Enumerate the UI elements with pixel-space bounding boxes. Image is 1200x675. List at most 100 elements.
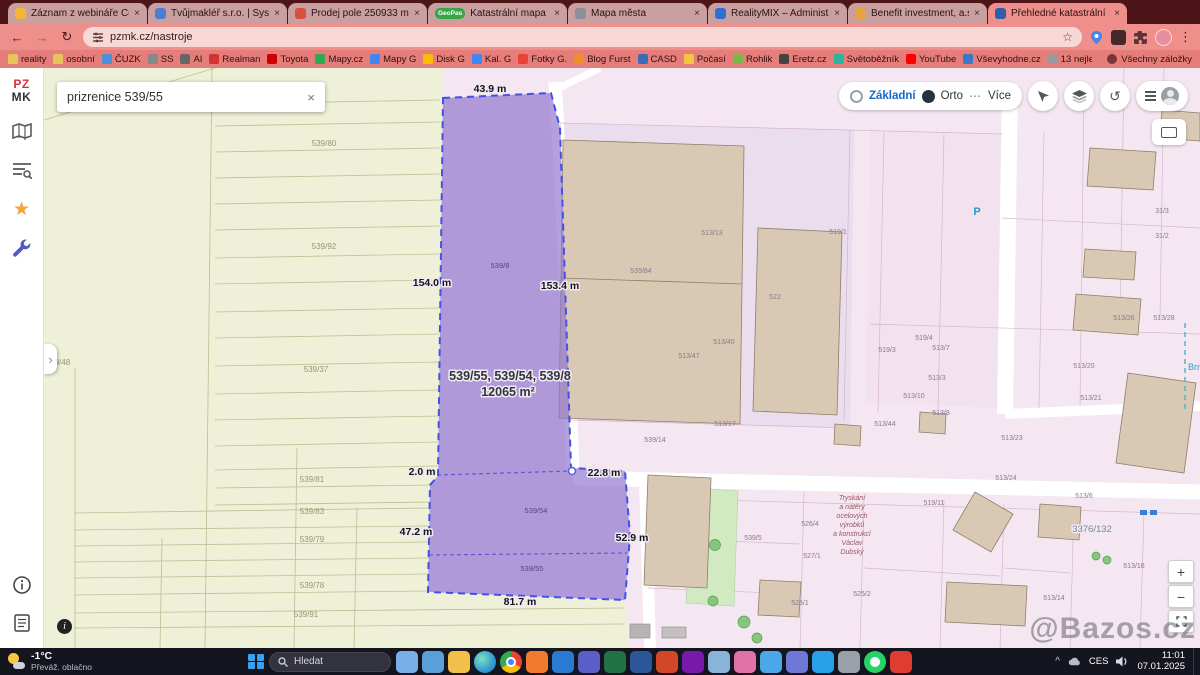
- zoom-in-button[interactable]: +: [1168, 560, 1194, 583]
- acrobat-icon[interactable]: [890, 651, 912, 673]
- browser-tab[interactable]: GeoPasKatastrální mapa | GeoPas...×: [428, 3, 567, 24]
- basemap-more-button[interactable]: Více: [988, 90, 1011, 102]
- tab-close-icon[interactable]: ×: [694, 8, 700, 19]
- profile-avatar[interactable]: [1155, 29, 1172, 46]
- bookmark-item[interactable]: ČUZK: [102, 54, 141, 65]
- tab-close-icon[interactable]: ×: [134, 8, 140, 19]
- volume-icon[interactable]: [1116, 655, 1129, 668]
- bookmark-item[interactable]: 13 nejlepších zdrojů...: [1048, 54, 1092, 65]
- powerpoint-icon[interactable]: [656, 651, 678, 673]
- store-icon[interactable]: [812, 651, 834, 673]
- search-input[interactable]: prizrenice 539/55: [67, 90, 299, 104]
- bookmark-item[interactable]: Blog Furst: [574, 54, 630, 65]
- browser-tab[interactable]: RealityMIX – Administrační...×: [708, 3, 847, 24]
- info-icon[interactable]: [11, 574, 33, 596]
- bookmark-item[interactable]: Toyota: [267, 54, 308, 65]
- onedrive-icon[interactable]: [1068, 655, 1081, 668]
- browser-tab[interactable]: Přehledné katastrální map...×: [988, 3, 1127, 24]
- notepad-icon[interactable]: [708, 651, 730, 673]
- history-button[interactable]: ↺: [1100, 81, 1130, 111]
- map-search-box[interactable]: prizrenice 539/55 ×: [57, 82, 325, 112]
- site-info-icon[interactable]: [92, 31, 104, 43]
- bookmark-item[interactable]: SS: [148, 54, 174, 65]
- zoom-out-button[interactable]: −: [1168, 585, 1194, 608]
- browser-tab[interactable]: Mapa města×: [568, 3, 707, 24]
- weather-widget[interactable]: -1°C Převáž. oblačno: [0, 651, 92, 672]
- map-attribution-button[interactable]: i: [57, 619, 72, 634]
- teams-icon[interactable]: [578, 651, 600, 673]
- list-search-tool-icon[interactable]: [11, 159, 33, 181]
- bookmark-item[interactable]: Vševyhodne.cz: [963, 54, 1040, 65]
- settings-icon[interactable]: [838, 651, 860, 673]
- app-logo[interactable]: PZ MK: [12, 78, 32, 103]
- bookmark-item[interactable]: CASD: [638, 54, 677, 65]
- locate-pointer-button[interactable]: [1028, 81, 1058, 111]
- excel-icon[interactable]: [604, 651, 626, 673]
- calculator-icon[interactable]: [786, 651, 808, 673]
- browser-tab[interactable]: Tvůjmakléř s.r.o. | Systém R...×: [148, 3, 287, 24]
- puzzle-extensions-icon[interactable]: [1133, 30, 1148, 45]
- document-icon[interactable]: [11, 612, 33, 634]
- all-bookmarks-button[interactable]: Všechny záložky: [1099, 54, 1192, 65]
- language-indicator[interactable]: CES: [1089, 656, 1109, 667]
- reload-button[interactable]: ↻: [58, 29, 76, 45]
- bookmark-item[interactable]: Mapy G: [370, 54, 416, 65]
- taskbar-clock[interactable]: 11:01 07.01.2025: [1137, 651, 1185, 673]
- bookmark-item[interactable]: osobní: [53, 54, 95, 65]
- bookmark-item[interactable]: YouTube: [906, 54, 956, 65]
- browser-tab[interactable]: Prodej pole 250933 m², Má...×: [288, 3, 427, 24]
- clear-search-icon[interactable]: ×: [307, 90, 315, 105]
- bookmark-item[interactable]: Eretz.cz: [779, 54, 826, 65]
- paint-icon[interactable]: [734, 651, 756, 673]
- bookmark-item[interactable]: Fotky G.: [518, 54, 567, 65]
- bookmark-item[interactable]: Světoběžník: [834, 54, 899, 65]
- tab-close-icon[interactable]: ×: [274, 8, 280, 19]
- bookmark-item[interactable]: AI: [180, 54, 202, 65]
- firefox-browser-icon[interactable]: [526, 651, 548, 673]
- map-tool-icon[interactable]: [11, 120, 33, 142]
- outlook-icon[interactable]: [552, 651, 574, 673]
- layers-button[interactable]: [1064, 81, 1094, 111]
- panel-expander[interactable]: ›: [44, 344, 57, 374]
- measure-vertex-dot[interactable]: [569, 468, 576, 475]
- extension-icon[interactable]: [1111, 30, 1126, 45]
- tab-close-icon[interactable]: ×: [974, 8, 980, 19]
- widgets-icon[interactable]: [422, 651, 444, 673]
- bookmark-item[interactable]: Rohlik: [733, 54, 772, 65]
- whatsapp-icon[interactable]: [864, 651, 886, 673]
- forward-button[interactable]: →: [33, 30, 51, 45]
- favorites-star-icon[interactable]: ★: [11, 198, 33, 220]
- cadastral-map[interactable]: 539/80539/92539/48539/37539/81539/83539/…: [44, 68, 1200, 648]
- tab-close-icon[interactable]: ×: [414, 8, 420, 19]
- browser-tab[interactable]: Benefit investment, a.s. (Iv...×: [848, 3, 987, 24]
- photos-icon[interactable]: [760, 651, 782, 673]
- bookmark-item[interactable]: Realman: [209, 54, 260, 65]
- account-menu-button[interactable]: [1136, 81, 1188, 111]
- start-button[interactable]: [248, 654, 264, 670]
- bookmark-item[interactable]: Kal. G: [472, 54, 511, 65]
- tab-close-icon[interactable]: ×: [1114, 8, 1120, 19]
- word-icon[interactable]: [630, 651, 652, 673]
- chrome-browser-icon[interactable]: [500, 651, 522, 673]
- basemap-basic-button[interactable]: Základní: [869, 90, 916, 102]
- bookmark-item[interactable]: Počasí: [684, 54, 726, 65]
- tab-close-icon[interactable]: ×: [554, 8, 560, 19]
- basemap-ortho-button[interactable]: Orto: [941, 90, 963, 102]
- onenote-icon[interactable]: [682, 651, 704, 673]
- address-bar[interactable]: pzmk.cz/nastroje ☆: [83, 27, 1082, 47]
- screenshot-tool-button[interactable]: [1152, 119, 1186, 145]
- bookmark-item[interactable]: Disk G: [423, 54, 465, 65]
- browser-menu-icon[interactable]: ⋮: [1179, 29, 1192, 45]
- bookmark-star-icon[interactable]: ☆: [1062, 30, 1073, 44]
- bookmark-item[interactable]: Mapy.cz: [315, 54, 363, 65]
- task-view-icon[interactable]: [396, 651, 418, 673]
- tray-overflow-button[interactable]: ^: [1055, 656, 1060, 667]
- browser-tab[interactable]: Záznam z webináře CeMap×: [8, 3, 147, 24]
- tab-close-icon[interactable]: ×: [834, 8, 840, 19]
- file-explorer-icon[interactable]: [448, 651, 470, 673]
- back-button[interactable]: ←: [8, 30, 26, 45]
- tools-wrench-icon[interactable]: [11, 237, 33, 259]
- show-desktop-button[interactable]: [1193, 648, 1196, 675]
- location-extension-icon[interactable]: [1089, 30, 1104, 45]
- taskbar-search[interactable]: Hledat: [269, 652, 391, 672]
